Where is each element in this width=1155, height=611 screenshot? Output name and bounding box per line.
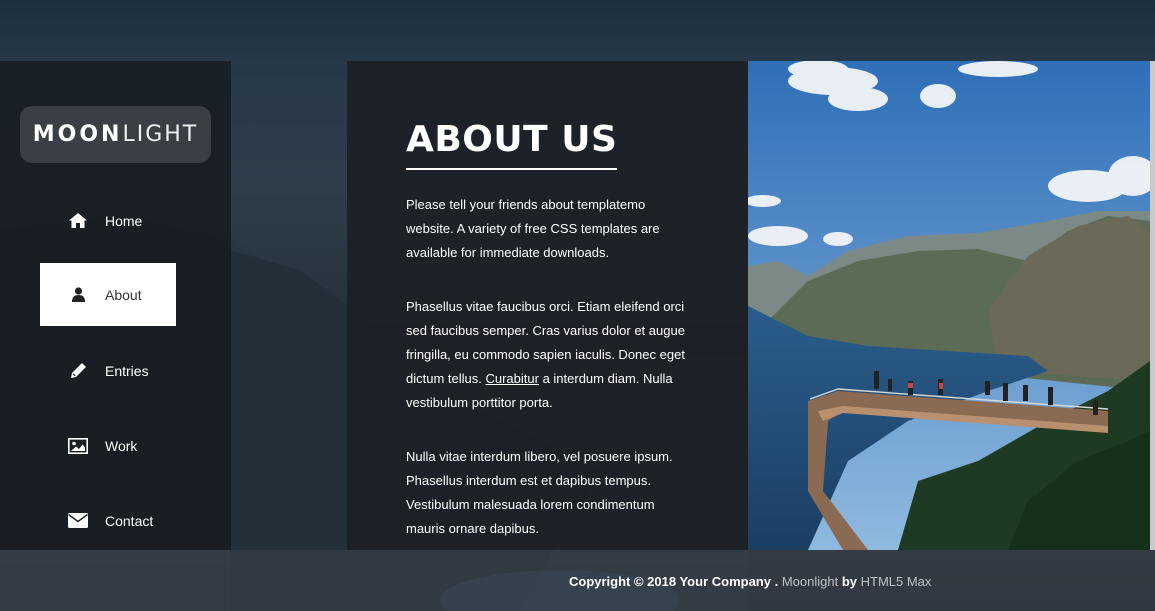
nav-item-about[interactable]: About: [40, 263, 176, 326]
footer-site-name: Moonlight: [781, 574, 839, 589]
about-paragraph-2: Phasellus vitae faucibus orci. Etiam ele…: [406, 295, 688, 416]
logo-light-text: LIGHT: [122, 122, 199, 147]
about-text: Please tell your friends about templatem…: [406, 193, 688, 550]
about-panel: ABOUT US Please tell your friends about …: [347, 61, 748, 550]
nav-label-about: About: [105, 286, 142, 303]
nav-label-work: Work: [105, 437, 138, 454]
site-logo[interactable]: MOON LIGHT: [20, 106, 211, 163]
nav-item-entries[interactable]: Entries: [40, 339, 176, 402]
copyright-text: Copyright © 2018 Your Company . Moonligh…: [569, 574, 931, 589]
footer-author-link[interactable]: HTML5 Max: [861, 574, 932, 589]
nav-label-contact: Contact: [105, 512, 154, 529]
image-icon: [68, 437, 88, 455]
nav-label-entries: Entries: [105, 362, 149, 379]
fjord-viewpoint-photo: [748, 61, 1150, 550]
about-paragraph-3: Nulla vitae interdum libero, vel posuere…: [406, 448, 673, 537]
footer-by: by: [841, 574, 857, 589]
nav-label-home: Home: [105, 212, 143, 229]
curabitur-link[interactable]: Curabitur: [485, 371, 538, 386]
home-icon: [68, 212, 88, 230]
page-title: ABOUT US: [406, 119, 618, 170]
pencil-icon: [68, 362, 88, 380]
user-icon: [68, 286, 88, 304]
landscape-illustration: [748, 61, 1150, 550]
sidebar: MOON LIGHT Home About Entries Work Contac…: [0, 61, 231, 550]
footer: Copyright © 2018 Your Company . Moonligh…: [0, 550, 1155, 611]
nav-item-contact[interactable]: Contact: [40, 489, 176, 552]
logo-bold-text: MOON: [32, 122, 123, 147]
about-paragraph-1: Please tell your friends about templatem…: [406, 197, 660, 261]
nav-item-home[interactable]: Home: [40, 189, 176, 252]
nav-item-work[interactable]: Work: [40, 414, 176, 477]
scrollbar[interactable]: [1150, 61, 1155, 550]
envelope-icon: [68, 512, 88, 530]
copyright-label: Copyright © 2018 Your Company .: [569, 574, 779, 589]
